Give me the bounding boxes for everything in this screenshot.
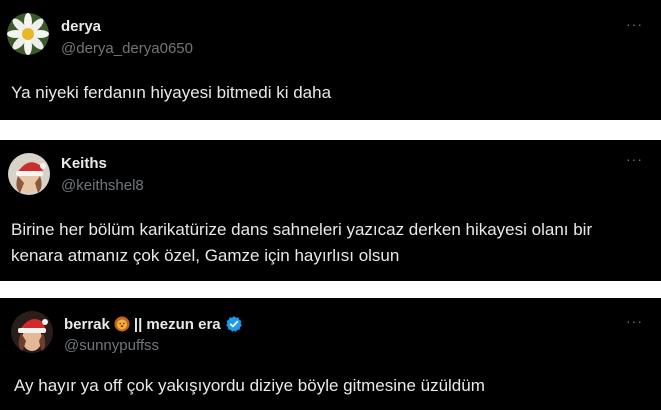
santa-hat-person-icon bbox=[11, 311, 53, 353]
tweet-text: Ay hayır ya off çok yakışıyordu diziye b… bbox=[14, 376, 485, 395]
display-name-primary: berrak bbox=[64, 315, 110, 333]
avatar[interactable] bbox=[7, 13, 49, 55]
more-options-icon[interactable]: ··· bbox=[626, 151, 643, 167]
avatar[interactable] bbox=[8, 153, 50, 195]
user-handle[interactable]: @derya_derya0650 bbox=[61, 40, 193, 57]
tweet-card[interactable]: derya @derya_derya0650 ··· Ya niyeki fer… bbox=[0, 0, 661, 120]
more-options-icon[interactable]: ··· bbox=[626, 16, 643, 32]
daisy-flower-icon bbox=[7, 13, 49, 55]
tweet-card[interactable]: Keiths @keithshel8 ··· Birine her bölüm … bbox=[0, 140, 661, 281]
tweet-text: Birine her bölüm karikatürize dans sahne… bbox=[11, 220, 593, 265]
user-handle[interactable]: @keithshel8 bbox=[61, 177, 144, 194]
avatar[interactable] bbox=[11, 311, 53, 353]
display-name-secondary: || mezun era bbox=[133, 315, 221, 333]
santa-hat-person-icon bbox=[8, 153, 50, 195]
user-handle[interactable]: @sunnypuffss bbox=[64, 337, 159, 354]
more-options-icon[interactable]: ··· bbox=[626, 313, 643, 329]
tweet-text: Ya niyeki ferdanın hiyayesi bitmedi ki d… bbox=[11, 83, 332, 102]
lion-emoji-icon bbox=[114, 316, 130, 332]
display-name[interactable]: berrak || mezun era bbox=[64, 315, 243, 333]
display-name[interactable]: derya bbox=[61, 18, 101, 35]
display-name[interactable]: Keiths bbox=[61, 155, 107, 172]
tweet-card[interactable]: berrak || mezun era @sunnypuffss ··· Ay … bbox=[0, 298, 661, 410]
verified-badge-icon bbox=[225, 315, 243, 333]
